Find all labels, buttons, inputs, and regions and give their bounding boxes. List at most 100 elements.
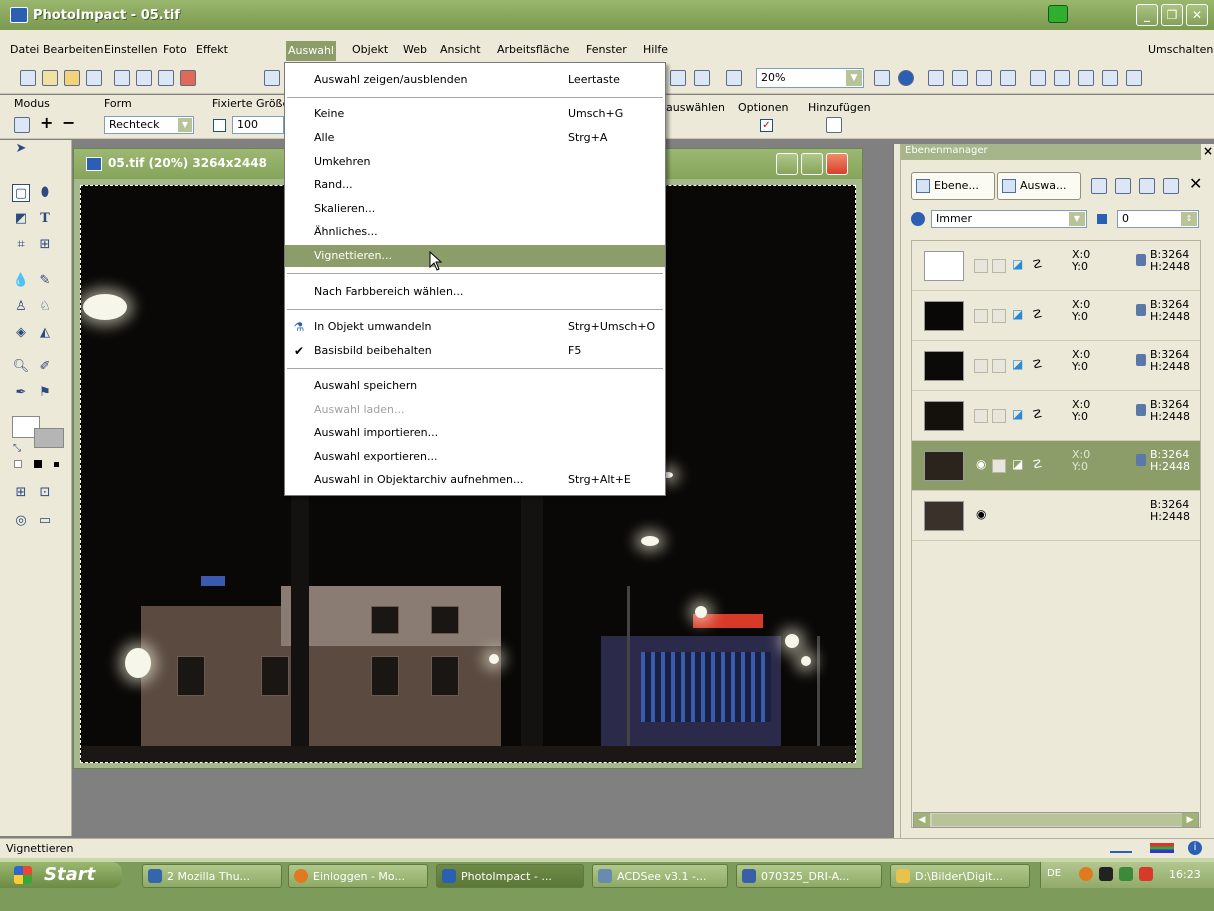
blend-icon[interactable]: ☡ bbox=[1032, 407, 1043, 421]
text-tool-icon[interactable]: T bbox=[36, 210, 54, 228]
clone-tool-icon[interactable]: ♙ bbox=[12, 298, 30, 316]
color-icon[interactable]: ◪ bbox=[1012, 257, 1023, 271]
save-icon[interactable] bbox=[86, 70, 102, 86]
print-icon[interactable] bbox=[114, 70, 130, 86]
menu-item-save-selection[interactable]: Auswahl speichern bbox=[285, 375, 665, 397]
menu-web[interactable]: Web bbox=[403, 43, 427, 56]
task-word-document[interactable]: 070325_DRI-A... bbox=[736, 864, 882, 888]
menu-arbeitsflaeche[interactable]: Arbeitsfläche bbox=[497, 43, 569, 56]
layer-row[interactable]: ◉ B:3264 H:2448 bbox=[912, 491, 1200, 541]
ruler-icon[interactable]: ▭ bbox=[36, 512, 54, 530]
menu-objekt[interactable]: Objekt bbox=[352, 43, 388, 56]
default-white-icon[interactable] bbox=[14, 460, 22, 468]
menu-item-add-to-archive[interactable]: Auswahl in Objektarchiv aufnehmen... Str… bbox=[285, 469, 665, 491]
menu-ansicht[interactable]: Ansicht bbox=[440, 43, 481, 56]
zoom-tool-icon[interactable] bbox=[726, 70, 742, 86]
print-preview-icon[interactable] bbox=[136, 70, 152, 86]
panel-toggle-2-icon[interactable] bbox=[952, 70, 968, 86]
menu-item-border[interactable]: Rand... bbox=[285, 174, 665, 196]
minimize-button[interactable]: _ bbox=[1136, 4, 1158, 26]
hand-icon[interactable] bbox=[874, 70, 890, 86]
retouch-tool-icon[interactable]: ♘ bbox=[36, 298, 54, 316]
fill-tool-icon[interactable]: ◭ bbox=[36, 324, 54, 342]
layer-lock-box[interactable] bbox=[992, 259, 1006, 273]
blend-icon[interactable]: ☡ bbox=[1032, 357, 1043, 371]
menu-datei[interactable]: Datei bbox=[10, 43, 39, 56]
layer-row[interactable]: ◪ ☡ X:0 Y:0 B:3264 H:2448 bbox=[912, 341, 1200, 391]
default-black-icon[interactable] bbox=[34, 460, 42, 468]
blend-icon[interactable]: ☡ bbox=[1032, 457, 1043, 471]
layer-row[interactable]: ◪ ☡ X:0 Y:0 B:3264 H:2448 bbox=[912, 241, 1200, 291]
doc-close-button[interactable] bbox=[826, 153, 848, 175]
menu-item-convert-to-object[interactable]: ⚗ In Objekt umwandeln Strg+Umsch+O bbox=[285, 316, 665, 338]
eye-icon[interactable]: ◉ bbox=[976, 457, 986, 471]
menu-item-color-range[interactable]: Nach Farbbereich wählen... bbox=[285, 281, 665, 303]
menu-umschalten[interactable]: Umschalten bbox=[1148, 43, 1213, 56]
panel-toggle-6-icon[interactable] bbox=[1054, 70, 1070, 86]
stamp-tool-icon[interactable]: ⚑ bbox=[36, 384, 54, 402]
layer-lock-box[interactable] bbox=[992, 359, 1006, 373]
chevron-down-icon[interactable]: ▼ bbox=[178, 118, 192, 132]
document-icon[interactable] bbox=[86, 157, 102, 171]
fixed-size-checkbox[interactable] bbox=[213, 119, 226, 132]
menu-item-keep-base-image[interactable]: ✔ Basisbild beibehalten F5 bbox=[285, 340, 665, 362]
pen-tool-icon[interactable]: ✒ bbox=[12, 384, 30, 402]
frame-icon[interactable]: ⊡ bbox=[36, 484, 54, 502]
preview-eye-icon[interactable]: ◎ bbox=[12, 512, 30, 530]
task-photoimpact[interactable]: PhotoImpact - ... bbox=[436, 864, 584, 888]
drop-tool-icon[interactable]: 💧 bbox=[12, 272, 30, 290]
tray-app-icon[interactable] bbox=[1099, 867, 1113, 881]
close-icon[interactable]: × bbox=[1203, 144, 1213, 158]
layer-props-icon[interactable] bbox=[1115, 178, 1131, 194]
panel-splitter[interactable] bbox=[893, 144, 900, 838]
open-folder-icon[interactable] bbox=[64, 70, 80, 86]
pick-tool-icon[interactable]: ➤ bbox=[12, 140, 30, 158]
open-file-icon[interactable] bbox=[42, 70, 58, 86]
language-indicator[interactable]: DE bbox=[1047, 868, 1061, 879]
task-explorer[interactable]: D:\Bilder\Digit... bbox=[890, 864, 1030, 888]
layer-visibility-box[interactable] bbox=[974, 309, 988, 323]
swap-colors-icon[interactable]: ⤡ bbox=[8, 440, 26, 458]
grid-icon[interactable]: ⊞ bbox=[12, 484, 30, 502]
small-black-icon[interactable] bbox=[54, 462, 59, 467]
stepper-icon[interactable]: ⇕ bbox=[1181, 212, 1197, 226]
menu-fenster[interactable]: Fenster bbox=[586, 43, 627, 56]
ruler-icon[interactable] bbox=[1110, 843, 1132, 853]
crop-tool-icon[interactable]: ⌗ bbox=[12, 236, 30, 254]
panel-toggle-5-icon[interactable] bbox=[1030, 70, 1046, 86]
menu-item-vignette[interactable]: Vignettieren... bbox=[285, 245, 665, 267]
scroll-right-icon[interactable]: ▶ bbox=[1182, 813, 1198, 827]
doc-maximize-button[interactable] bbox=[801, 153, 823, 175]
tray-expand-icon[interactable] bbox=[1079, 867, 1093, 881]
chevron-down-icon[interactable]: ▼ bbox=[846, 70, 862, 86]
color-icon[interactable]: ◪ bbox=[1012, 307, 1023, 321]
eye-icon[interactable]: ◉ bbox=[976, 507, 986, 521]
layers-icon[interactable] bbox=[670, 70, 686, 86]
color-icon[interactable]: ◪ bbox=[1012, 407, 1023, 421]
menu-item-import-selection[interactable]: Auswahl importieren... bbox=[285, 422, 665, 444]
menu-foto[interactable]: Foto bbox=[163, 43, 187, 56]
color-bars-icon[interactable] bbox=[1150, 843, 1174, 853]
panel-toggle-1-icon[interactable] bbox=[928, 70, 944, 86]
zoom-select[interactable]: 20% ▼ bbox=[756, 68, 864, 88]
blend-icon[interactable]: ☡ bbox=[1032, 307, 1043, 321]
layer-eye-icon[interactable] bbox=[1163, 178, 1179, 194]
layer-row[interactable]: ◪ ☡ X:0 Y:0 B:3264 H:2448 bbox=[912, 291, 1200, 341]
mode-new-icon[interactable] bbox=[14, 117, 30, 133]
lasso-tool-icon[interactable]: ⬮ bbox=[36, 184, 54, 202]
scroll-left-icon[interactable]: ◀ bbox=[914, 813, 930, 827]
eraser-tool-icon[interactable]: ◈ bbox=[12, 324, 30, 342]
eyedropper-tool-icon[interactable]: ✐ bbox=[36, 358, 54, 376]
layer-visibility-box[interactable] bbox=[974, 409, 988, 423]
color-icon[interactable]: ◪ bbox=[1012, 357, 1023, 371]
help-icon[interactable] bbox=[898, 70, 914, 86]
search-layer-icon[interactable] bbox=[1091, 178, 1107, 194]
scan-icon[interactable] bbox=[180, 70, 196, 86]
start-button[interactable]: Start bbox=[0, 862, 122, 888]
layer-visibility-box[interactable] bbox=[974, 259, 988, 273]
chevron-down-icon[interactable]: ▼ bbox=[1069, 212, 1085, 226]
doc-minimize-button[interactable] bbox=[776, 153, 798, 175]
transform-tool-icon[interactable]: ◩ bbox=[12, 210, 30, 228]
opacity-input[interactable]: 0 ⇕ bbox=[1117, 210, 1199, 228]
task-mozilla-thunderbird[interactable]: 2 Mozilla Thu... bbox=[142, 864, 282, 888]
